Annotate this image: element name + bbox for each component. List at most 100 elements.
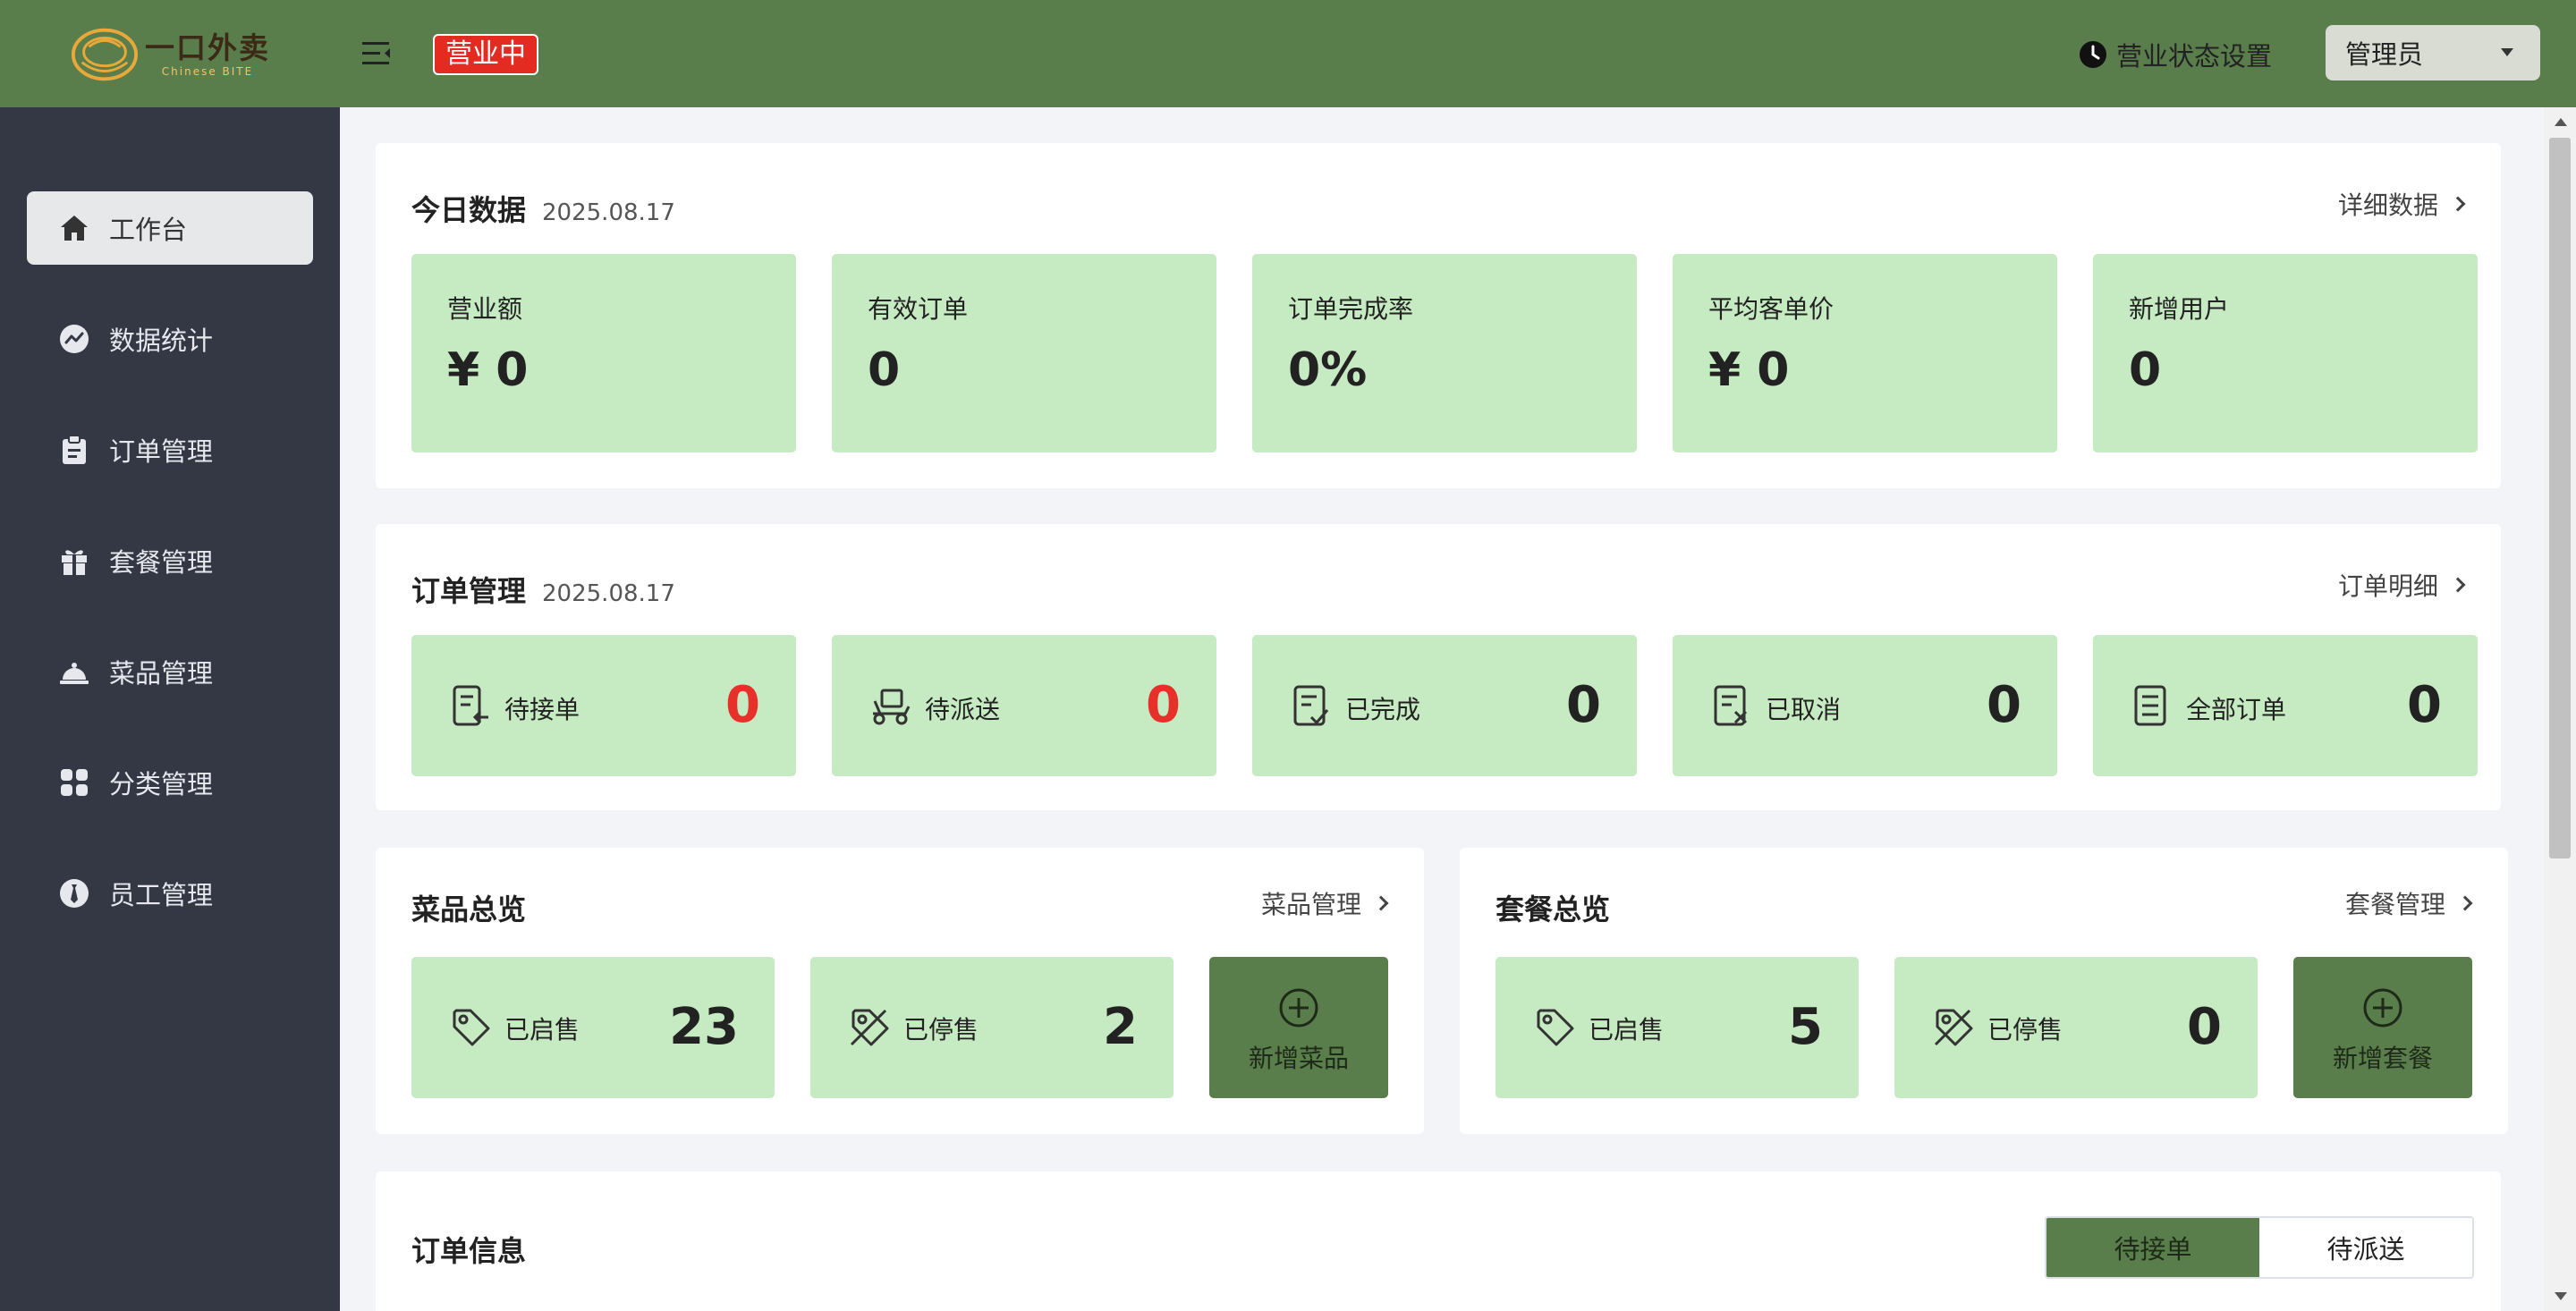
order-detail-label: 订单明细 xyxy=(2337,571,2438,601)
stat-label: 订单完成率 xyxy=(1288,294,1414,324)
stat-label: 有效订单 xyxy=(868,294,969,324)
sidebar-item-categories[interactable]: 分类管理 xyxy=(27,746,313,819)
order-count: 0 xyxy=(1146,676,1181,734)
scroll-down-arrow-icon[interactable] xyxy=(2555,1292,2567,1300)
sidebar-item-label: 套餐管理 xyxy=(109,547,214,578)
sidebar-item-label: 工作台 xyxy=(109,215,188,245)
tag-off-icon xyxy=(850,1009,889,1046)
order-status-label: 已取消 xyxy=(1766,695,1842,724)
setmeal-on-sale-card[interactable]: 已启售 5 xyxy=(1496,957,1859,1098)
sidebar-item-employees[interactable]: 员工管理 xyxy=(27,857,313,930)
sidebar-item-dishes[interactable]: 菜品管理 xyxy=(27,635,313,708)
detail-data-label: 详细数据 xyxy=(2337,190,2438,220)
sidebar-item-setmeals[interactable]: 套餐管理 xyxy=(27,524,313,597)
order-status-label: 全部订单 xyxy=(2186,695,2287,724)
plus-circle-icon xyxy=(1279,988,1318,1028)
add-setmeal-label: 新增套餐 xyxy=(2332,1044,2433,1073)
business-status-setting-label: 营业状态设置 xyxy=(2116,41,2273,72)
top-bar: 一口外卖 Chinese BITE 营业中 营业状态设置 管理员 xyxy=(0,0,2576,107)
stat-label: 新增用户 xyxy=(2129,294,2230,324)
stat-card-new-users: 新增用户 0 xyxy=(2093,254,2478,453)
off-sale-label: 已停售 xyxy=(903,1015,979,1045)
panel-title: 今日数据 2025.08.17 xyxy=(411,188,675,229)
add-setmeal-button[interactable]: 新增套餐 xyxy=(2293,957,2472,1098)
off-sale-count: 2 xyxy=(1103,998,1138,1056)
order-info-tabs: 待接单 待派送 xyxy=(2045,1216,2474,1279)
add-dish-button[interactable]: 新增菜品 xyxy=(1209,957,1388,1098)
dish-cover-icon xyxy=(59,656,89,687)
delivery-icon xyxy=(873,689,911,725)
dish-off-sale-card[interactable]: 已停售 2 xyxy=(810,957,1174,1098)
setmeal-overview-title: 套餐总览 xyxy=(1496,892,1611,926)
clock-icon xyxy=(2080,41,2106,68)
setmeal-management-link[interactable]: 套餐管理 xyxy=(2344,885,2473,921)
plus-circle-icon xyxy=(2363,988,2402,1028)
business-status-badge: 营业中 xyxy=(433,34,538,75)
chevron-right-icon xyxy=(1373,895,1389,911)
order-card-pending[interactable]: 待接单 0 xyxy=(411,635,796,776)
detail-data-link[interactable]: 详细数据 xyxy=(2337,186,2466,222)
on-sale-label: 已启售 xyxy=(504,1015,580,1045)
today-data-title: 今日数据 xyxy=(411,193,527,227)
chart-icon xyxy=(59,324,89,354)
vertical-scrollbar[interactable] xyxy=(2544,107,2576,1311)
setmeal-overview-panel: 套餐总览 套餐管理 已启售 5 已停售 0 新增套餐 xyxy=(1460,848,2508,1134)
stat-card-revenue: 营业额 ¥ 0 xyxy=(411,254,796,453)
dish-on-sale-card[interactable]: 已启售 23 xyxy=(411,957,775,1098)
sidebar: 工作台 数据统计 订单管理 套餐管理 菜品管理 分类管理 员工管理 xyxy=(0,107,340,1311)
stat-value: ¥ 0 xyxy=(447,343,529,397)
order-status-label: 已完成 xyxy=(1345,695,1421,724)
dish-management-label: 菜品管理 xyxy=(1260,890,1361,919)
all-orders-icon xyxy=(2134,685,2166,726)
stat-value: ¥ 0 xyxy=(1708,343,1790,397)
order-management-title: 订单管理 xyxy=(411,574,527,608)
stat-card-completion-rate: 订单完成率 0% xyxy=(1252,254,1637,453)
sidebar-item-statistics[interactable]: 数据统计 xyxy=(27,302,313,376)
setmeal-management-label: 套餐管理 xyxy=(2344,890,2445,919)
business-status-setting-link[interactable]: 营业状态设置 xyxy=(2079,36,2272,73)
order-management-panel: 订单管理 2025.08.17 订单明细 待接单 0 待派送 0 已完成 0 已… xyxy=(376,524,2501,810)
on-sale-label: 已启售 xyxy=(1589,1015,1665,1045)
tab-pending-orders[interactable]: 待接单 xyxy=(2046,1218,2259,1277)
stat-label: 营业额 xyxy=(447,294,523,324)
order-detail-link[interactable]: 订单明细 xyxy=(2337,567,2466,603)
sidebar-item-label: 分类管理 xyxy=(109,769,214,799)
app-logo[interactable]: 一口外卖 Chinese BITE xyxy=(70,23,275,86)
order-card-cancelled[interactable]: 已取消 0 xyxy=(1673,635,2057,776)
sidebar-item-workbench[interactable]: 工作台 xyxy=(27,191,313,265)
setmeal-off-sale-card[interactable]: 已停售 0 xyxy=(1894,957,2258,1098)
admin-dropdown[interactable]: 管理员 xyxy=(2326,25,2540,80)
tag-icon xyxy=(453,1009,490,1046)
stat-value: 0 xyxy=(868,343,901,397)
completed-order-icon xyxy=(1293,685,1329,726)
sidebar-item-orders[interactable]: 订单管理 xyxy=(27,413,313,486)
sidebar-item-label: 菜品管理 xyxy=(109,658,214,689)
order-count: 0 xyxy=(1987,676,2021,734)
order-card-all[interactable]: 全部订单 0 xyxy=(2093,635,2478,776)
off-sale-label: 已停售 xyxy=(1987,1015,2063,1045)
stat-label: 平均客单价 xyxy=(1708,294,1835,324)
dish-overview-panel: 菜品总览 菜品管理 已启售 23 已停售 2 新增菜品 xyxy=(376,848,1424,1134)
sidebar-item-label: 员工管理 xyxy=(109,880,214,910)
order-management-date: 2025.08.17 xyxy=(542,580,675,607)
order-count: 0 xyxy=(725,676,760,734)
tag-off-icon xyxy=(1934,1009,1973,1046)
menu-toggle-icon[interactable] xyxy=(362,39,393,68)
grid-icon xyxy=(59,767,89,798)
order-card-to-deliver[interactable]: 待派送 0 xyxy=(832,635,1216,776)
chevron-right-icon xyxy=(2457,895,2473,911)
order-card-completed[interactable]: 已完成 0 xyxy=(1252,635,1637,776)
scrollbar-thumb[interactable] xyxy=(2549,138,2571,858)
stat-value: 0% xyxy=(1288,343,1368,397)
today-data-panel: 今日数据 2025.08.17 详细数据 营业额 ¥ 0 有效订单 0 订单完成率… xyxy=(376,143,2501,488)
admin-name: 管理员 xyxy=(2345,39,2424,70)
tag-icon xyxy=(1537,1009,1574,1046)
gift-icon xyxy=(59,546,89,576)
chevron-right-icon xyxy=(2450,577,2466,593)
tab-to-deliver[interactable]: 待派送 xyxy=(2259,1218,2472,1277)
scroll-up-arrow-icon[interactable] xyxy=(2555,118,2567,126)
on-sale-count: 5 xyxy=(1788,998,1823,1056)
dish-management-link[interactable]: 菜品管理 xyxy=(1260,885,1389,921)
stat-value: 0 xyxy=(2129,343,2162,397)
employee-icon xyxy=(59,878,89,909)
